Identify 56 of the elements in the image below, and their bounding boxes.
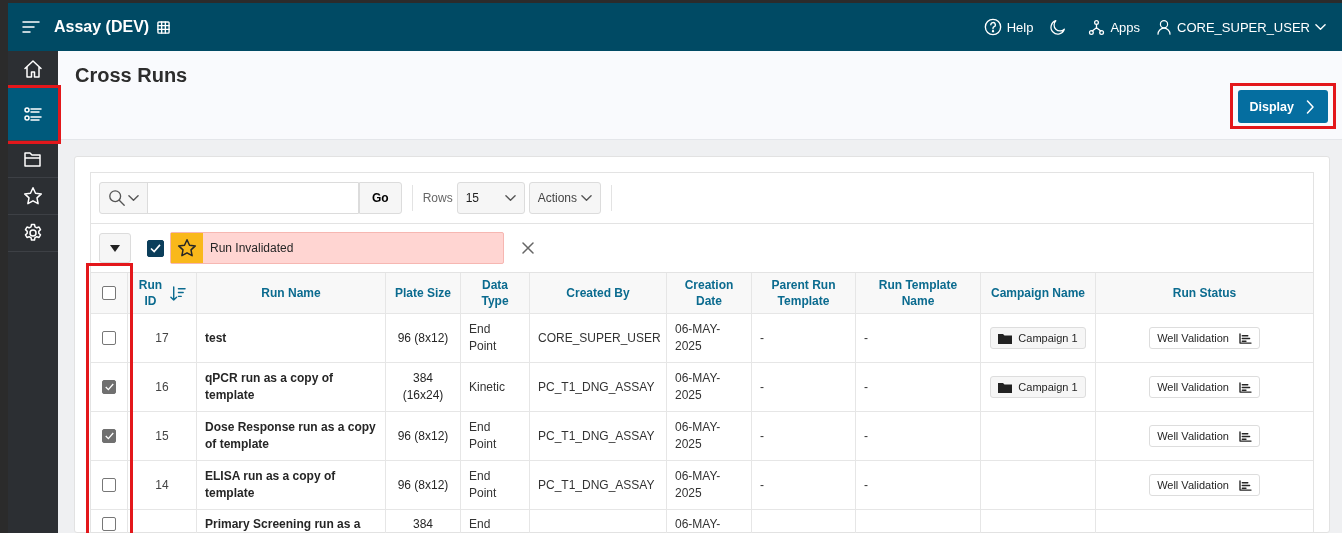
table-cell: 16 xyxy=(155,380,169,394)
status-button[interactable]: Well Validation xyxy=(1149,327,1260,349)
app-title[interactable]: Assay (DEV) xyxy=(54,18,150,36)
display-button[interactable]: Display xyxy=(1237,90,1328,123)
table-cell: PC_T1_DNG_ASSAY xyxy=(538,477,655,492)
table-cell: 17 xyxy=(155,331,169,345)
apps-button[interactable]: Apps xyxy=(1088,18,1141,36)
table-cell: 384 (16x24) xyxy=(402,371,444,402)
table-cell: 06-MAY-2025 xyxy=(675,322,721,353)
table-cell: 14 xyxy=(155,478,169,492)
table-cell: test xyxy=(205,330,227,345)
table-cell: - xyxy=(864,330,868,345)
table-cell: 06-MAY-2025 xyxy=(675,371,721,402)
table-cell: - xyxy=(864,428,868,443)
table-cell: - xyxy=(760,379,764,394)
table-cell: 06-MAY-2025 xyxy=(675,420,721,451)
filter-label: Run Invalidated xyxy=(209,240,294,257)
status-button[interactable]: Well Validation xyxy=(1149,474,1260,496)
go-button[interactable]: Go xyxy=(359,182,402,214)
campaign-chip[interactable]: Campaign 1 xyxy=(990,327,1086,349)
actions-button[interactable]: Actions xyxy=(528,182,602,214)
table-cell: 384 xyxy=(413,517,433,531)
table-cell: End xyxy=(469,517,491,531)
table-cell: qPCR run as a copy of template xyxy=(205,371,334,402)
table-cell: - xyxy=(760,428,764,443)
table-cell: - xyxy=(760,330,764,345)
table-cell: Dose Response run as a copy of template xyxy=(205,420,376,451)
user-menu[interactable]: CORE_SUPER_USER xyxy=(1156,19,1326,35)
table-cell: CORE_SUPER_USER xyxy=(538,330,661,345)
status-button[interactable]: Well Validation xyxy=(1149,376,1260,398)
table-cell: - xyxy=(864,379,868,394)
table-cell: 96 (8x12) xyxy=(397,428,449,443)
table-cell: - xyxy=(864,477,868,492)
highlight-filter[interactable]: Run Invalidated xyxy=(170,232,504,264)
table-cell: - xyxy=(760,477,764,492)
help-button[interactable]: Help xyxy=(983,18,1034,36)
table-cell: End Point xyxy=(469,420,497,451)
page-title: Cross Runs xyxy=(75,64,188,88)
table-cell: 96 (8x12) xyxy=(397,330,449,345)
table-cell: 96 (8x12) xyxy=(397,477,449,492)
table-cell: Kinetic xyxy=(469,379,506,394)
column-header[interactable]: Run Name xyxy=(261,284,321,302)
table-cell: PC_T1_DNG_ASSAY xyxy=(538,428,655,443)
table-cell: ELISA run as a copy of template xyxy=(205,469,336,500)
column-header[interactable]: Run Status xyxy=(1172,284,1237,302)
table-cell: 06-MAY-2025 xyxy=(675,469,721,500)
rows-select[interactable]: 15 xyxy=(456,182,525,214)
table-cell: PC_T1_DNG_ASSAY xyxy=(538,379,655,394)
campaign-chip[interactable]: Campaign 1 xyxy=(990,376,1086,398)
table-cell: 15 xyxy=(155,429,169,443)
table-cell: 06-MAY- xyxy=(675,517,721,531)
table-cell: End Point xyxy=(469,322,497,353)
rows-label: Rows xyxy=(422,191,453,205)
table-cell: End Point xyxy=(469,469,497,500)
table-cell: Primary Screening run as a xyxy=(205,517,361,531)
status-button[interactable]: Well Validation xyxy=(1149,425,1260,447)
